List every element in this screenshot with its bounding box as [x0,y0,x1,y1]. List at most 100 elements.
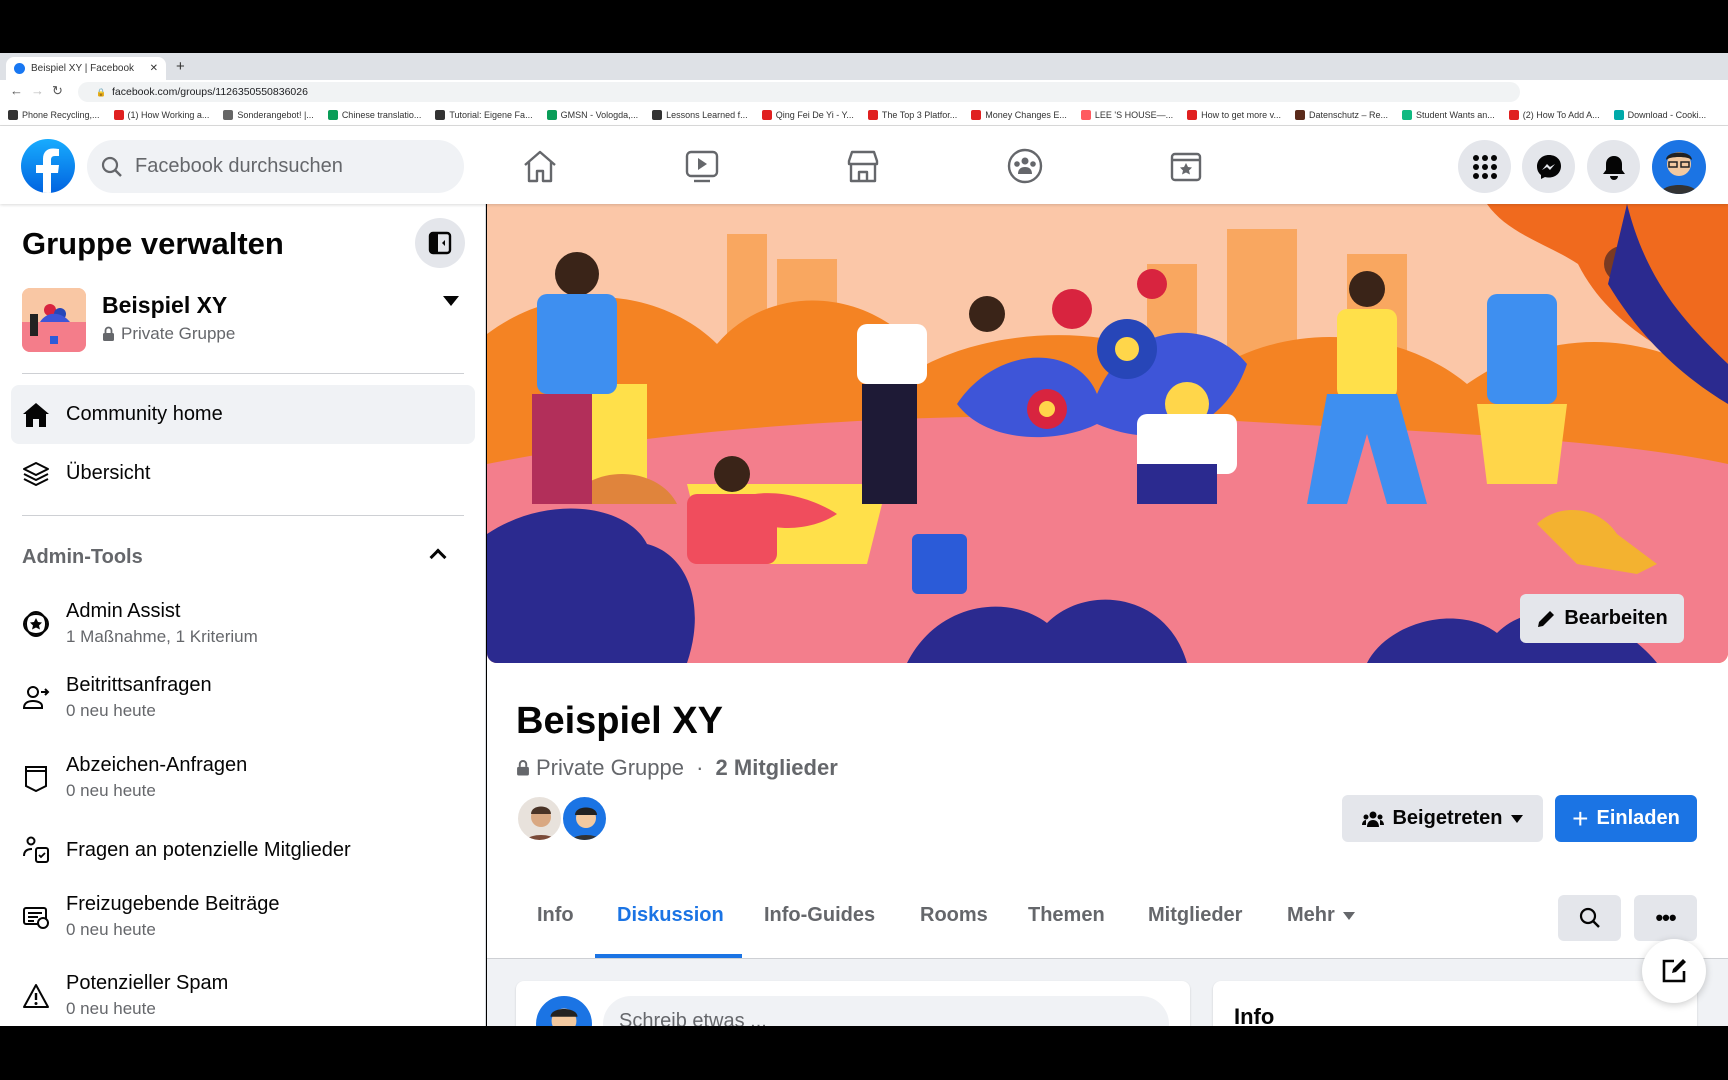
reload-icon[interactable]: ↻ [52,83,63,99]
tab-info-guides[interactable]: Info-Guides [764,904,875,927]
sidebar-title: Gruppe verwalten [22,226,284,261]
bookmark-item[interactable]: Phone Recycling,... [8,109,100,120]
warning-icon [23,983,49,1008]
nav-gaming-button[interactable] [1164,146,1208,186]
bookmark-favicon-icon [761,109,772,120]
address-bar[interactable]: 🔒 facebook.com/groups/1126350550836026 [78,82,1520,102]
messenger-icon [1536,154,1561,179]
sidebar-item-community-home[interactable]: Community home [11,385,475,444]
group-search-button[interactable] [1558,895,1621,941]
pending-posts-icon [23,906,49,929]
bookmark-label: Datenschutz – Re... [1308,109,1389,120]
bookmark-item[interactable]: Lessons Learned f... [652,109,748,120]
bookmark-label: Tutorial: Eigene Fa... [449,109,533,120]
group-thumbnail[interactable] [22,288,86,352]
profile-avatar[interactable] [1652,140,1706,194]
admin-item-pending-posts[interactable]: Freizugebende Beiträge 0 neu heute [22,893,462,940]
manage-group-sidebar: Gruppe verwalten Beispiel XY Private Gru… [0,204,486,1026]
more-options-button[interactable]: ••• [1634,895,1697,941]
bookmarks-bar: Phone Recycling,... (1) How Working a... S… [0,104,1728,126]
tab-topics[interactable]: Themen [1028,904,1105,927]
nav-marketplace-button[interactable] [841,146,885,186]
collapse-admin-tools-icon[interactable] [429,548,447,566]
user-question-icon [23,836,49,863]
bookmark-item[interactable]: (1) How Working a... [113,109,210,120]
ellipsis-icon: ••• [1655,905,1676,930]
forward-icon[interactable]: → [31,83,44,98]
sidebar-group-name[interactable]: Beispiel XY [102,292,227,319]
bookmark-label: Lessons Learned f... [666,109,748,120]
bookmark-item[interactable]: Datenschutz – Re... [1294,109,1389,120]
bookmark-item[interactable]: Qing Fei De Yi - Y... [761,109,854,120]
bookmark-item[interactable]: Download - Cooki... [1613,109,1707,120]
bookmark-item[interactable]: Tutorial: Eigene Fa... [435,109,533,120]
edit-cover-button[interactable]: Bearbeiten [1520,594,1684,643]
new-post-button[interactable] [1642,939,1706,1003]
tab-info[interactable]: Info [537,904,574,927]
bookmark-favicon-icon [1187,109,1198,120]
nav-video-button[interactable] [680,146,724,186]
bookmark-item[interactable]: The Top 3 Platfor... [867,109,958,120]
search-placeholder: Facebook durchsuchen [135,155,343,177]
compose-icon [1662,959,1686,983]
sidebar-item-label: Übersicht [66,462,151,484]
tab-discussion[interactable]: Diskussion [617,904,724,927]
bookmark-item[interactable]: How to get more v... [1187,109,1281,120]
bookmark-item[interactable]: LEE 'S HOUSE—... [1080,109,1173,120]
separator: · [689,755,710,780]
close-tab-icon[interactable]: ✕ [150,63,158,74]
notifications-button[interactable] [1587,140,1640,193]
caret-down-icon [1510,814,1523,823]
bookmark-item[interactable]: (2) How To Add A... [1508,109,1600,120]
bookmark-item[interactable]: Student Wants an... [1402,109,1495,120]
tab-members[interactable]: Mitglieder [1148,904,1242,927]
bookmark-label: GMSN - Vologda,... [560,109,639,120]
user-arrow-icon [22,685,50,709]
bookmark-favicon-icon [8,109,18,120]
group-meta: Private Gruppe · 2 Mitglieder [516,755,838,781]
facebook-logo[interactable] [21,139,75,193]
member-avatar[interactable] [516,795,563,842]
bookmark-item[interactable]: Chinese translatio... [327,109,421,120]
group-switcher-caret-icon[interactable] [443,296,459,306]
admin-item-potential-spam[interactable]: Potenzieller Spam 0 neu heute [22,972,462,1019]
admin-tools-header[interactable]: Admin-Tools [22,546,143,569]
tab-rooms[interactable]: Rooms [920,904,988,927]
home-icon [524,150,556,183]
admin-item-badge-requests[interactable]: Abzeichen-Anfragen 0 neu heute [22,754,462,801]
bookmark-item[interactable]: GMSN - Vologda,... [546,109,639,120]
nav-home-button[interactable] [518,146,562,186]
search-icon [1579,907,1600,928]
menu-button[interactable] [1458,140,1511,193]
admin-item-membership-questions[interactable]: Fragen an potenzielle Mitglieder [22,836,462,864]
messenger-button[interactable] [1522,140,1575,193]
bookmark-favicon-icon [113,109,124,120]
search-input[interactable]: Facebook durchsuchen [87,140,464,193]
bookmark-item[interactable]: Sonderangebot! |... [223,109,314,120]
apps-grid-icon [1472,154,1497,179]
lock-icon [517,760,529,776]
collapse-sidebar-button[interactable] [415,218,465,268]
sidebar-item-overview[interactable]: Übersicht [11,444,475,503]
sidebar-group-privacy: Private Gruppe [102,324,235,344]
nav-groups-button[interactable] [1003,146,1047,186]
bookmark-label: Download - Cooki... [1627,109,1707,120]
bookmark-item[interactable]: Money Changes E... [971,109,1067,120]
browser-tab[interactable]: Beispiel XY | Facebook ✕ [6,57,166,80]
pencil-icon [1538,610,1555,627]
admin-assist-icon [23,610,49,637]
bookmark-favicon-icon [867,109,878,120]
admin-item-join-requests[interactable]: Beitrittsanfragen 0 neu heute [22,674,462,721]
member-count-link[interactable]: 2 Mitglieder [716,755,838,781]
bookmark-label: The Top 3 Platfor... [881,109,958,120]
bookmark-label: How to get more v... [1201,109,1281,120]
facebook-favicon-icon [14,63,25,74]
invite-button[interactable]: + Einladen [1555,795,1697,842]
admin-item-admin-assist[interactable]: Admin Assist 1 Maßnahme, 1 Kriterium [22,600,462,647]
back-icon[interactable]: ← [10,83,23,98]
new-tab-button[interactable]: + [176,58,185,75]
member-avatar[interactable] [561,795,608,842]
bookmark-label: (1) How Working a... [127,109,210,120]
joined-button[interactable]: Beigetreten [1342,795,1543,842]
tab-more[interactable]: Mehr [1287,904,1355,927]
